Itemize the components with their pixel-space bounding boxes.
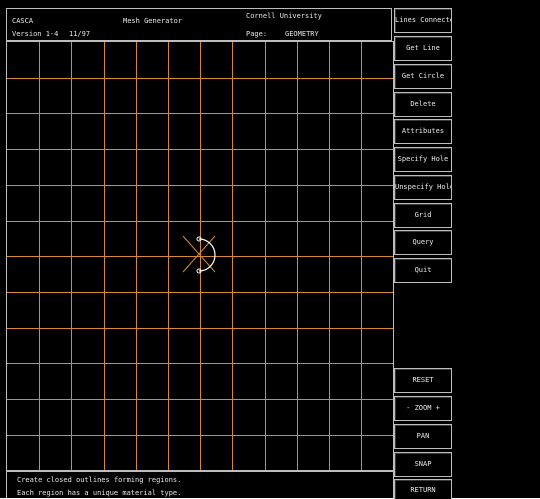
title-bar: CASCA Version 1-4 11/97 Mesh Generator C… [6, 8, 392, 41]
outer-black-margin [452, 0, 540, 498]
grid-svg [7, 42, 393, 470]
status-panel: Create closed outlines forming regions. … [6, 471, 394, 498]
version-date: 11/97 [69, 30, 91, 38]
specify-hole-button[interactable]: Specify Hole [394, 147, 452, 172]
attributes-button[interactable]: Attributes [394, 119, 452, 144]
page-label: Page: [246, 30, 268, 38]
return-button[interactable]: RETURN [394, 479, 452, 499]
query-button[interactable]: Query [394, 230, 452, 255]
app-name: CASCA [12, 17, 34, 25]
institution-name: Cornell University [246, 12, 322, 20]
reset-button[interactable]: RESET [394, 368, 452, 393]
status-line: Create closed outlines forming regions. [17, 476, 182, 484]
get-line-button[interactable]: Get Line [394, 36, 452, 61]
zoom-button[interactable]: - ZOOM + [394, 396, 452, 421]
drawing-canvas[interactable] [6, 41, 394, 471]
get-circle-button[interactable]: Get Circle [394, 64, 452, 89]
unspecify-hole-button[interactable]: Unspecify Hole [394, 175, 452, 200]
snap-button[interactable]: SNAP [394, 452, 452, 477]
version-label: Version 1-4 [12, 30, 59, 38]
grid-button[interactable]: Grid [394, 203, 452, 228]
grid-lines [7, 42, 393, 470]
delete-button[interactable]: Delete [394, 92, 452, 117]
status-line: Each region has a unique material type. [17, 489, 182, 497]
geometry-arc[interactable] [182, 235, 216, 274]
app-subtitle: Mesh Generator [123, 17, 183, 25]
page-value: GEOMETRY [285, 30, 319, 38]
lines-connected-button[interactable]: Lines Connected [394, 8, 452, 33]
quit-button[interactable]: Quit [394, 258, 452, 283]
arc-shape[interactable] [198, 238, 216, 272]
pan-button[interactable]: PAN [394, 424, 452, 449]
